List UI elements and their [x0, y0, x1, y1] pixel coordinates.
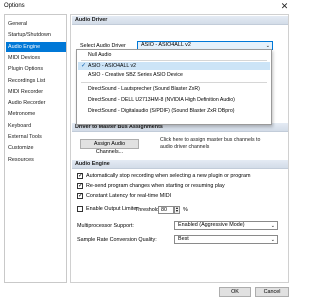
- master-bus-description: Click here to assign master bus channels…: [160, 137, 261, 150]
- sidebar-item-audio-engine[interactable]: Audio Engine: [6, 41, 66, 52]
- checkbox-row-constant-latency-for-real-time[interactable]: ✓ Constant Latency for real-time MIDI: [77, 193, 277, 201]
- checkbox[interactable]: ✓: [77, 183, 83, 189]
- dropdown-option-label: DirectSound - DELL U2713HM-8 (NVIDIA Hig…: [88, 97, 235, 103]
- sidebar-item-keyboard[interactable]: Keyboard: [6, 121, 66, 131]
- sample-rate-label: Sample Rate Conversion Quality:: [77, 237, 157, 243]
- window-title: Options: [4, 3, 25, 9]
- dropdown-option[interactable]: ✓ ASIO - ASIO4ALL v2: [78, 62, 270, 70]
- dropdown-option-label: Null Audio: [88, 52, 112, 58]
- chevron-down-icon: ⌄: [270, 237, 275, 243]
- sidebar-item-plugin-options[interactable]: Plugin Options: [6, 64, 66, 74]
- ok-button[interactable]: OK: [219, 287, 251, 297]
- dropdown-option[interactable]: DirectSound - DELL U2713HM-8 (NVIDIA Hig…: [78, 96, 270, 104]
- dropdown-option-label: DirectSound - Digitalaudio (S/PDIF) (Sou…: [88, 108, 235, 114]
- sidebar-item-customize[interactable]: Customize: [6, 143, 66, 153]
- chevron-down-icon: ⌄: [270, 223, 275, 229]
- checkbox[interactable]: ✓: [77, 193, 83, 199]
- sidebar-item-metronome[interactable]: Metronome: [6, 109, 66, 119]
- threshold-input[interactable]: 80: [158, 206, 174, 214]
- threshold-label: Threshold:: [135, 207, 161, 213]
- spin-down-icon[interactable]: ▼: [175, 209, 179, 213]
- threshold-spinner[interactable]: ▲ ▼: [174, 206, 180, 214]
- checkbox-row-automatically-stop-recording-w[interactable]: ✓ Automatically stop recording when selec…: [77, 173, 277, 181]
- checkbox-label: Automatically stop recording when select…: [86, 173, 251, 179]
- title-bar: Options ✕: [0, 0, 293, 13]
- checkbox[interactable]: ✓: [77, 173, 83, 179]
- sidebar-item-audio-recorder[interactable]: Audio Recorder: [6, 98, 66, 108]
- sidebar-item-resources[interactable]: Resources: [6, 155, 66, 165]
- checkbox-label: Constant Latency for real-time MIDI: [86, 193, 172, 199]
- dropdown-option-label: ASIO - Creative SBZ Series ASIO Device: [88, 72, 183, 78]
- section-header-audio-engine: Audio Engine: [72, 160, 288, 169]
- audio-driver-dropdown-list: Null Audio ✓ ASIO - ASIO4ALL v2 ASIO - Crea…: [76, 49, 272, 125]
- sidebar-item-general[interactable]: General: [6, 19, 66, 29]
- sample-rate-select-value: Best: [178, 236, 189, 242]
- checkbox-label: Re-send program changes when starting or…: [86, 183, 225, 189]
- threshold-unit: %: [183, 207, 188, 213]
- sidebar-item-recordings-list[interactable]: Recordings List: [6, 76, 66, 86]
- options-window: Options ✕ General Startup/Shutdown Audio E…: [0, 0, 293, 300]
- sidebar-item-midi-devices[interactable]: MIDI Devices: [6, 53, 66, 63]
- dropdown-separator: [81, 82, 267, 83]
- audio-driver-select-value: ASIO - ASIO4ALL v2: [141, 42, 191, 48]
- checkbox[interactable]: [77, 206, 83, 212]
- dropdown-separator: [81, 60, 267, 61]
- dropdown-option-label: DirectSound - Lautsprecher (Sound Blaste…: [88, 86, 200, 92]
- section-header-audio-driver: Audio Driver: [72, 16, 288, 25]
- cancel-button[interactable]: Cancel: [255, 287, 289, 297]
- sidebar-item-external-tools[interactable]: External Tools: [6, 132, 66, 142]
- dropdown-option[interactable]: DirectSound - Digitalaudio (S/PDIF) (Sou…: [78, 107, 270, 115]
- assign-audio-channels-button[interactable]: Assign Audio Channels...: [80, 139, 139, 155]
- check-icon: ✓: [81, 63, 87, 69]
- checkbox-label: Enable Output Limiter: [86, 206, 139, 212]
- dropdown-option-label: ASIO - ASIO4ALL v2: [88, 63, 136, 69]
- checkbox-row-enable-output-limiter[interactable]: Enable Output Limiter: [77, 206, 138, 214]
- sample-rate-select[interactable]: Best ⌄: [174, 235, 278, 244]
- sidebar: General Startup/Shutdown Audio Engine MIDI …: [4, 14, 67, 283]
- checkbox-row-re-send-program-changes-when-s[interactable]: ✓ Re-send program changes when starting o…: [77, 183, 277, 191]
- close-icon[interactable]: ✕: [279, 1, 290, 11]
- multiprocessor-select-value: Enabled (Aggressive Mode): [178, 222, 245, 228]
- dropdown-option[interactable]: ASIO - Creative SBZ Series ASIO Device: [78, 71, 270, 79]
- dropdown-option[interactable]: Null Audio: [78, 51, 270, 59]
- sidebar-item-midi-recorder[interactable]: MIDI Recorder: [6, 87, 66, 97]
- dropdown-option[interactable]: DirectSound - Lautsprecher (Sound Blaste…: [78, 85, 270, 93]
- multiprocessor-select[interactable]: Enabled (Aggressive Mode) ⌄: [174, 221, 278, 230]
- sidebar-item-startup-shutdown[interactable]: Startup/Shutdown: [6, 30, 66, 40]
- multiprocessor-label: Multiprocessor Support:: [77, 223, 134, 229]
